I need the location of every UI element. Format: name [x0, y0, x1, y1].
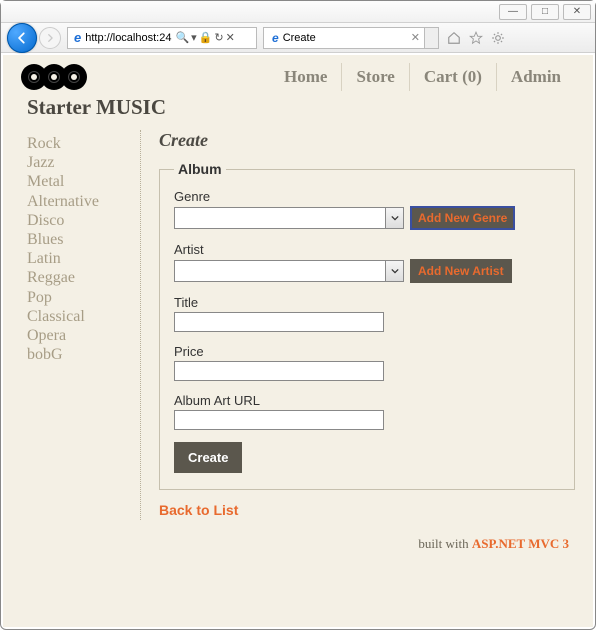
sidebar-item[interactable]: Classical: [27, 307, 132, 326]
window-minimize-button[interactable]: —: [499, 4, 527, 20]
address-url: http://localhost:24: [85, 32, 171, 44]
chevron-down-icon[interactable]: [385, 208, 403, 228]
nav-back-button[interactable]: [7, 23, 37, 53]
footer: built with ASP.NET MVC 3: [3, 520, 593, 552]
addr-separator: ▾: [191, 31, 197, 44]
logo: [21, 64, 81, 90]
sidebar-item[interactable]: Blues: [27, 230, 132, 249]
browser-tab[interactable]: e Create ✕: [263, 27, 425, 49]
footer-prefix: built with: [418, 536, 471, 551]
page-title: Create: [159, 130, 575, 151]
tools-icon[interactable]: [491, 31, 505, 45]
nav-cart[interactable]: Cart (0): [410, 63, 497, 91]
sidebar-item[interactable]: Reggae: [27, 268, 132, 287]
sidebar-item[interactable]: Opera: [27, 326, 132, 345]
artist-label: Artist: [174, 242, 560, 257]
add-artist-button[interactable]: Add New Artist: [410, 259, 512, 283]
new-tab-button[interactable]: [425, 27, 439, 49]
main-column: Create Album Genre Add New Genre: [141, 130, 575, 520]
tab-favicon-icon: e: [272, 31, 279, 45]
add-genre-button[interactable]: Add New Genre: [410, 206, 515, 230]
title-label: Title: [174, 295, 560, 310]
window-maximize-button[interactable]: □: [531, 4, 559, 20]
album-fieldset: Album Genre Add New Genre Art: [159, 161, 575, 490]
genre-label: Genre: [174, 189, 560, 204]
tab-title: Create: [283, 32, 316, 44]
home-icon[interactable]: [447, 31, 461, 45]
brand-title: Starter MUSIC: [27, 95, 575, 120]
sidebar-item[interactable]: bobG: [27, 345, 132, 364]
back-to-list-link[interactable]: Back to List: [159, 502, 238, 518]
page-content: Home Store Cart (0) Admin Starter MUSIC …: [3, 55, 593, 627]
sidebar-item[interactable]: Alternative: [27, 192, 132, 211]
ie-logo-icon: e: [74, 30, 81, 45]
sidebar-item[interactable]: Jazz: [27, 153, 132, 172]
lock-icon: 🔒: [199, 31, 213, 44]
favorites-icon[interactable]: [469, 31, 483, 45]
sidebar-item[interactable]: Rock: [27, 134, 132, 153]
logo-disc-icon: [61, 64, 87, 90]
window-titlebar: — □ ✕: [1, 1, 595, 23]
footer-framework-link[interactable]: ASP.NET MVC 3: [472, 536, 569, 551]
arturl-input[interactable]: [174, 410, 384, 430]
top-nav: Home Store Cart (0) Admin: [270, 63, 575, 91]
genre-sidebar: Rock Jazz Metal Alternative Disco Blues …: [21, 130, 141, 520]
artist-select[interactable]: [174, 260, 404, 282]
sidebar-item[interactable]: Latin: [27, 249, 132, 268]
refresh-icon[interactable]: ↻: [214, 31, 223, 44]
window-close-button[interactable]: ✕: [563, 4, 591, 20]
title-input[interactable]: [174, 312, 384, 332]
arturl-label: Album Art URL: [174, 393, 560, 408]
chevron-down-icon[interactable]: [385, 261, 403, 281]
browser-toolbar: e http://localhost:24 🔍 ▾ 🔒 ↻ ✕ e Create…: [1, 23, 595, 53]
address-bar[interactable]: e http://localhost:24 🔍 ▾ 🔒 ↻ ✕: [67, 27, 257, 49]
fieldset-legend: Album: [174, 161, 226, 177]
search-icon[interactable]: 🔍: [175, 31, 189, 44]
sidebar-item[interactable]: Metal: [27, 172, 132, 191]
price-label: Price: [174, 344, 560, 359]
sidebar-item[interactable]: Pop: [27, 288, 132, 307]
nav-store[interactable]: Store: [342, 63, 409, 91]
price-input[interactable]: [174, 361, 384, 381]
stop-icon[interactable]: ✕: [226, 31, 235, 44]
sidebar-item[interactable]: Disco: [27, 211, 132, 230]
tab-close-icon[interactable]: ✕: [411, 31, 420, 44]
nav-forward-button[interactable]: [39, 27, 61, 49]
nav-home[interactable]: Home: [270, 63, 342, 91]
genre-select[interactable]: [174, 207, 404, 229]
nav-admin[interactable]: Admin: [497, 63, 575, 91]
create-button[interactable]: Create: [174, 442, 242, 473]
